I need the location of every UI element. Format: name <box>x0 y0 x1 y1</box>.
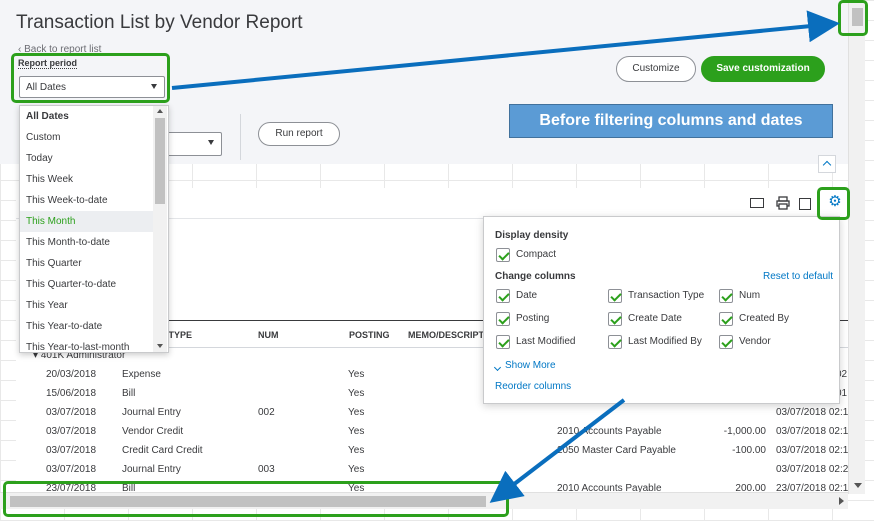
annotation-arrows <box>171 10 840 503</box>
arrow-to-horizontal-scrollbar <box>489 398 626 503</box>
arrow-to-scrollbar <box>171 10 840 90</box>
